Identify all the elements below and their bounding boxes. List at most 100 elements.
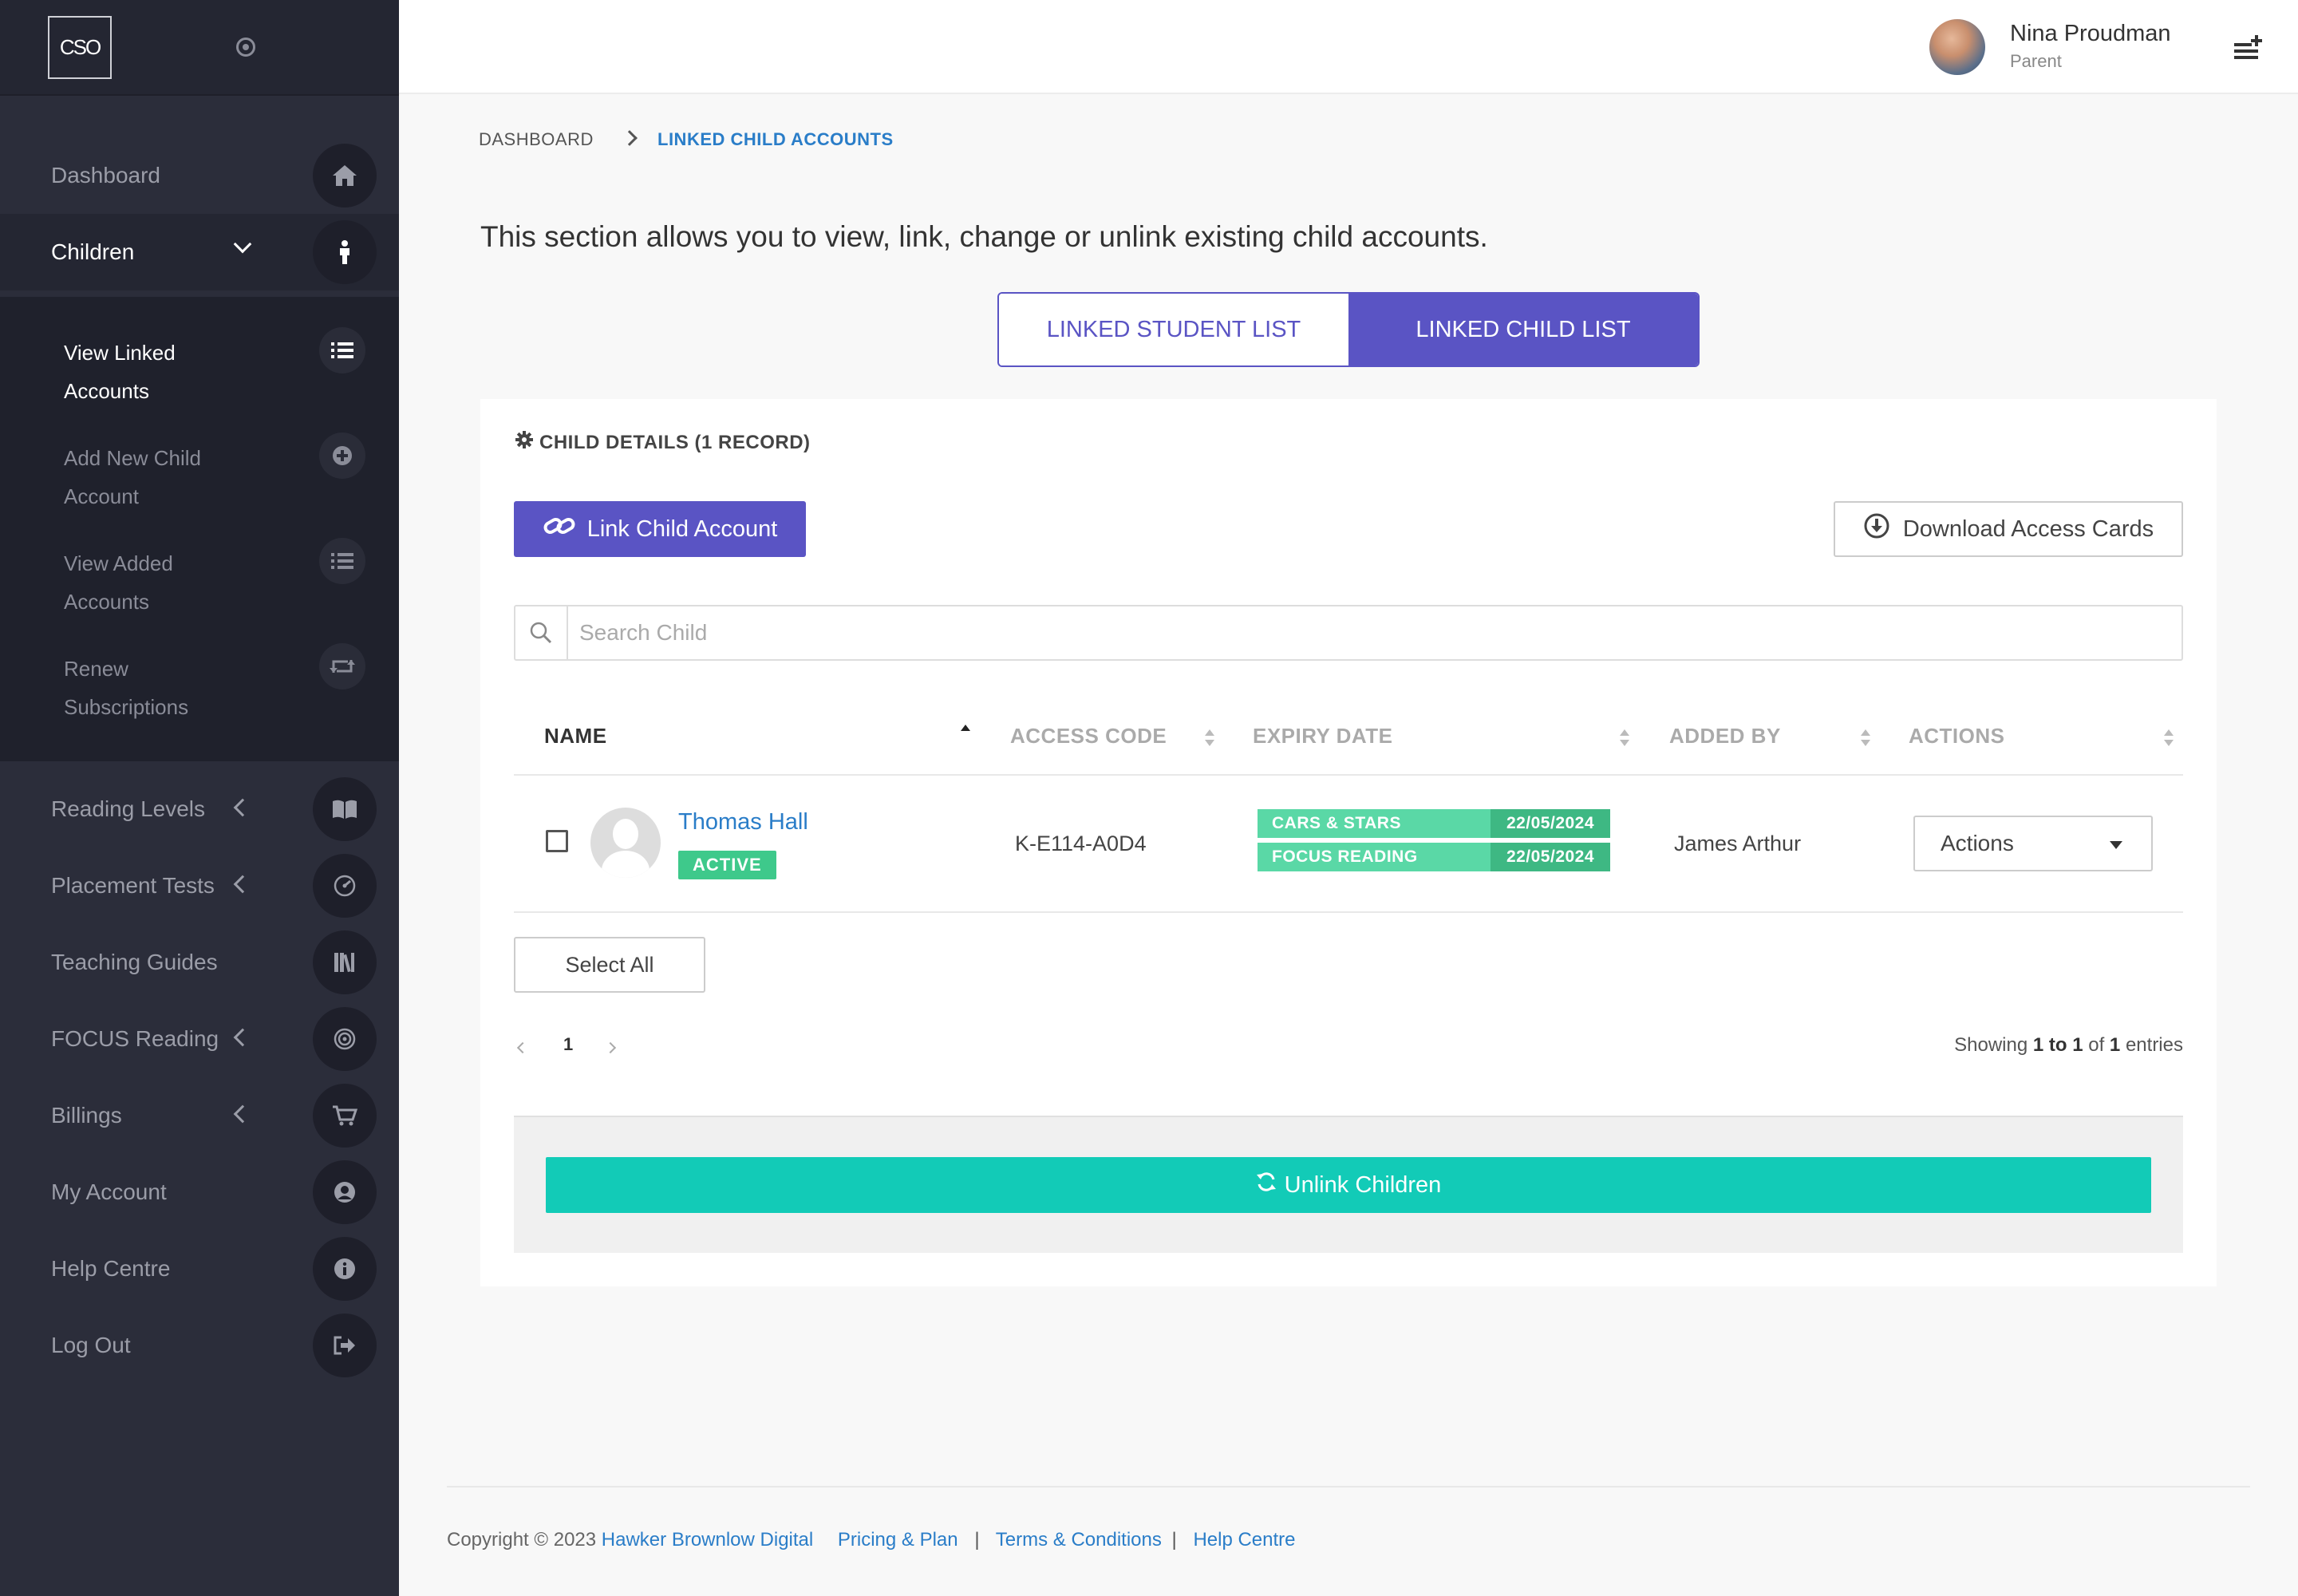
caret-down-icon xyxy=(2110,841,2122,849)
breadcrumb-dashboard-link[interactable]: DASHBOARD xyxy=(479,129,594,150)
footer-terms-link[interactable]: Terms & Conditions xyxy=(996,1529,1162,1551)
actions-dropdown[interactable]: Actions xyxy=(1913,816,2153,871)
sidebar-toggle-icon[interactable] xyxy=(236,38,255,57)
submenu-label-line1: Add New Child xyxy=(64,446,201,470)
link-child-account-label: Link Child Account xyxy=(586,516,778,542)
status-badge: ACTIVE xyxy=(678,851,776,879)
unlink-children-label: Unlink Children xyxy=(1284,1171,1442,1198)
sidebar-item-billings[interactable]: Billings xyxy=(0,1077,399,1154)
submenu-item-renew-subscriptions[interactable]: Renew Subscriptions xyxy=(0,643,399,729)
submenu-label-line1: Renew xyxy=(64,657,128,681)
showing-prefix: Showing xyxy=(1954,1034,2028,1056)
user-name[interactable]: Nina Proudman xyxy=(2010,21,2171,47)
sidebar-item-teaching-guides[interactable]: Teaching Guides xyxy=(0,924,399,1001)
intro-text: This section allows you to view, link, c… xyxy=(480,220,1488,253)
sidebar-item-reading-levels[interactable]: Reading Levels xyxy=(0,771,399,847)
added-by: James Arthur xyxy=(1674,832,1802,855)
pagination-next-icon[interactable] xyxy=(604,1041,617,1054)
showing-to-word: to xyxy=(2048,1034,2067,1056)
panel-title: CHILD DETAILS (1 RECORD) xyxy=(515,431,811,454)
link-child-account-button[interactable]: Link Child Account xyxy=(514,501,806,557)
submenu-item-view-linked-accounts[interactable]: View Linked Accounts xyxy=(0,327,399,413)
sort-icon[interactable] xyxy=(1861,729,1870,747)
sidebar-item-label: Help Centre xyxy=(51,1256,171,1281)
sidebar-item-placement-tests[interactable]: Placement Tests xyxy=(0,847,399,924)
sort-icon[interactable] xyxy=(1620,729,1629,747)
chevron-left-icon xyxy=(233,798,252,817)
column-header-actions[interactable]: ACTIONS xyxy=(1909,707,2005,764)
user-icon xyxy=(313,1160,377,1224)
gauge-icon xyxy=(313,854,377,918)
sidebar-item-log-out[interactable]: Log Out xyxy=(0,1307,399,1384)
sidebar-item-label: Billings xyxy=(51,1103,122,1128)
gear-icon xyxy=(515,431,533,454)
download-access-cards-button[interactable]: Download Access Cards xyxy=(1834,501,2183,557)
subscription-date: 22/05/2024 xyxy=(1491,809,1610,838)
footer-help-link[interactable]: Help Centre xyxy=(1193,1529,1295,1551)
sidebar-item-label: My Account xyxy=(51,1179,167,1204)
sidebar-item-my-account[interactable]: My Account xyxy=(0,1154,399,1231)
chevron-left-icon xyxy=(233,1104,252,1124)
logout-icon xyxy=(313,1314,377,1377)
table-header: NAME ACCESS CODE EXPIRY DATE ADDED BY AC… xyxy=(514,707,2183,776)
logo[interactable]: CSO xyxy=(48,16,112,79)
submenu-item-add-new-child-account[interactable]: Add New Child Account xyxy=(0,433,399,519)
sidebar-item-children[interactable]: Children xyxy=(0,214,399,290)
footer-pricing-link[interactable]: Pricing & Plan xyxy=(838,1529,958,1551)
menu-plus-icon[interactable] xyxy=(2234,34,2266,61)
subscription-name: FOCUS READING xyxy=(1258,843,1491,871)
submenu-item-view-added-accounts[interactable]: View Added Accounts xyxy=(0,538,399,624)
sort-asc-icon[interactable] xyxy=(961,725,970,742)
footer-separator: | xyxy=(1171,1529,1177,1551)
sidebar-item-label: Children xyxy=(51,239,135,264)
sidebar-item-label: FOCUS Reading xyxy=(51,1026,219,1051)
plus-circle-icon xyxy=(319,433,365,479)
child-icon xyxy=(313,220,377,284)
submenu-label-line1: View Linked xyxy=(64,341,176,365)
sort-icon[interactable] xyxy=(1205,729,1214,747)
column-header-added-by[interactable]: ADDED BY xyxy=(1669,707,1781,764)
child-name-link[interactable]: Thomas Hall xyxy=(678,809,808,836)
tab-linked-child-list[interactable]: LINKED CHILD LIST xyxy=(1348,294,1698,365)
showing-suffix: entries xyxy=(2125,1034,2183,1056)
subscription-name: CARS & STARS xyxy=(1258,809,1491,838)
target-icon xyxy=(313,1007,377,1071)
column-header-expiry-date[interactable]: EXPIRY DATE xyxy=(1253,707,1393,764)
access-code: K-E114-A0D4 xyxy=(1015,832,1147,855)
top-bar xyxy=(399,0,2298,94)
tab-linked-student-list[interactable]: LINKED STUDENT LIST xyxy=(999,294,1348,365)
download-circle-icon xyxy=(1863,512,1890,546)
footer-copyright: Copyright © 2023 xyxy=(447,1529,597,1551)
retweet-icon xyxy=(319,643,365,689)
user-avatar[interactable] xyxy=(1929,19,1985,75)
pagination-page[interactable]: 1 xyxy=(563,1034,573,1055)
column-header-name[interactable]: NAME xyxy=(544,707,607,764)
list-icon xyxy=(319,327,365,373)
column-header-access-code[interactable]: ACCESS CODE xyxy=(1010,707,1167,764)
sidebar-item-focus-reading[interactable]: FOCUS Reading xyxy=(0,1001,399,1077)
table-row: Thomas Hall ACTIVE K-E114-A0D4 CARS & ST… xyxy=(514,776,2183,913)
row-checkbox[interactable] xyxy=(546,830,568,852)
unlink-section: Unlink Children xyxy=(514,1116,2183,1253)
search-child-input[interactable] xyxy=(579,606,2167,659)
sidebar-item-label: Log Out xyxy=(51,1333,131,1357)
showing-to: 1 xyxy=(2072,1034,2083,1056)
chevron-right-icon xyxy=(622,130,638,146)
sort-icon[interactable] xyxy=(2164,729,2174,747)
sidebar-item-dashboard[interactable]: Dashboard xyxy=(0,137,399,214)
chevron-left-icon xyxy=(233,1028,252,1047)
cart-icon xyxy=(313,1084,377,1148)
search-icon xyxy=(515,606,568,659)
unlink-children-button[interactable]: Unlink Children xyxy=(546,1157,2151,1213)
pagination-prev-icon[interactable] xyxy=(516,1041,529,1054)
children-submenu: View Linked Accounts Add New Child Accou… xyxy=(0,297,399,761)
subscription-tag: CARS & STARS 22/05/2024 xyxy=(1258,809,1610,838)
child-avatar xyxy=(590,808,661,878)
book-icon xyxy=(313,777,377,841)
refresh-icon xyxy=(1256,1171,1277,1199)
footer-company-link[interactable]: Hawker Brownlow Digital xyxy=(602,1529,813,1551)
select-all-button[interactable]: Select All xyxy=(514,937,705,993)
sidebar-item-help-centre[interactable]: Help Centre xyxy=(0,1231,399,1307)
sidebar-item-label: Teaching Guides xyxy=(51,950,218,974)
submenu-label-line1: View Added xyxy=(64,551,173,575)
